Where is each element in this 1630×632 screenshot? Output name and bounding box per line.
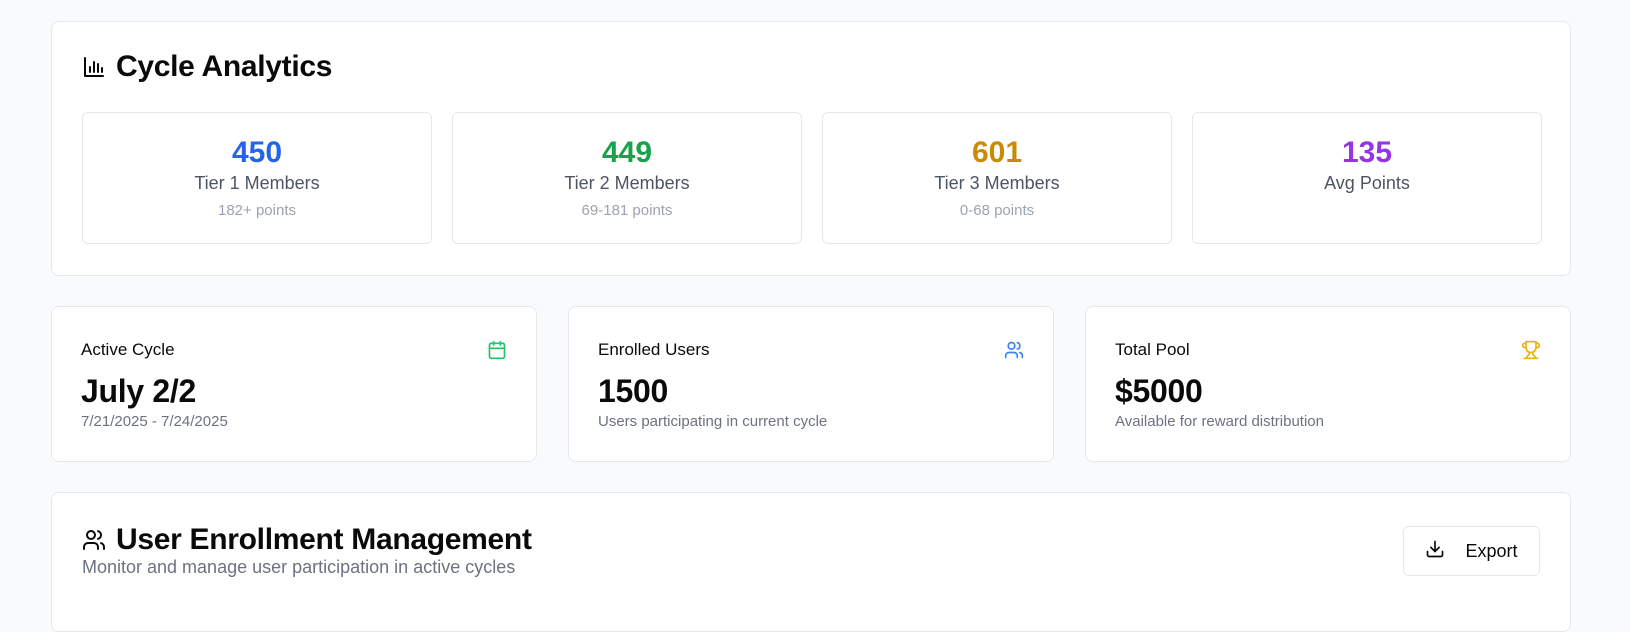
active-cycle-label: Active Cycle [81,340,175,359]
tier-2-count: 449 [601,136,653,169]
avg-points-label: Avg Points [1324,173,1410,193]
enrolled-users-value: 1500 [598,373,668,409]
download-icon [1425,539,1445,564]
total-pool-label: Total Pool [1115,340,1190,359]
export-label: Export [1465,540,1518,561]
export-button[interactable]: Export [1403,526,1540,576]
enrolled-users-desc: Users participating in current cycle [598,413,828,430]
cycle-analytics-header: Cycle Analytics [82,50,332,84]
tier-3-stat: 601 Tier 3 Members 0-68 points [822,112,1172,244]
cycle-analytics-title: Cycle Analytics [116,50,333,83]
total-pool-card: Total Pool $5000 Available for reward di… [1085,306,1571,462]
user-enrollment-header: User Enrollment Management [82,523,532,557]
tier-3-count: 601 [971,136,1023,169]
active-cycle-value: July 2/2 [81,373,197,409]
tier-stats: 450 Tier 1 Members 182+ points 449 Tier … [82,112,1542,244]
active-cycle-card: Active Cycle July 2/2 7/21/2025 - 7/24/2… [51,306,537,462]
trophy-icon [1521,340,1541,365]
enrolled-users-card: Enrolled Users 1500 Users participating … [568,306,1054,462]
tier-1-stat: 450 Tier 1 Members 182+ points [82,112,432,244]
avg-points-value: 135 [1341,136,1393,169]
tier-1-label: Tier 1 Members [194,173,320,193]
tier-2-label: Tier 2 Members [564,173,690,193]
user-enrollment-description: Monitor and manage user participation in… [82,557,516,577]
tier-3-range: 0-68 points [959,202,1035,219]
active-cycle-dates: 7/21/2025 - 7/24/2025 [81,413,228,430]
calendar-icon [487,340,507,365]
tier-2-stat: 449 Tier 2 Members 69-181 points [452,112,802,244]
cycle-analytics-card: Cycle Analytics 450 Tier 1 Members 182+ … [51,21,1571,276]
user-enrollment-card: User Enrollment Management Monitor and m… [51,492,1571,632]
tier-2-range: 69-181 points [581,202,673,219]
tier-1-range: 182+ points [218,202,296,219]
bar-chart-icon [82,55,106,79]
total-pool-value: $5000 [1115,373,1203,409]
tier-1-count: 450 [231,136,283,169]
avg-points-stat: 135 Avg Points [1192,112,1542,244]
user-enrollment-title: User Enrollment Management [116,523,532,556]
total-pool-desc: Available for reward distribution [1115,413,1324,430]
enrolled-users-label: Enrolled Users [598,340,710,359]
tier-3-label: Tier 3 Members [934,173,1060,193]
users-icon [82,528,106,552]
users-icon [1004,340,1024,365]
